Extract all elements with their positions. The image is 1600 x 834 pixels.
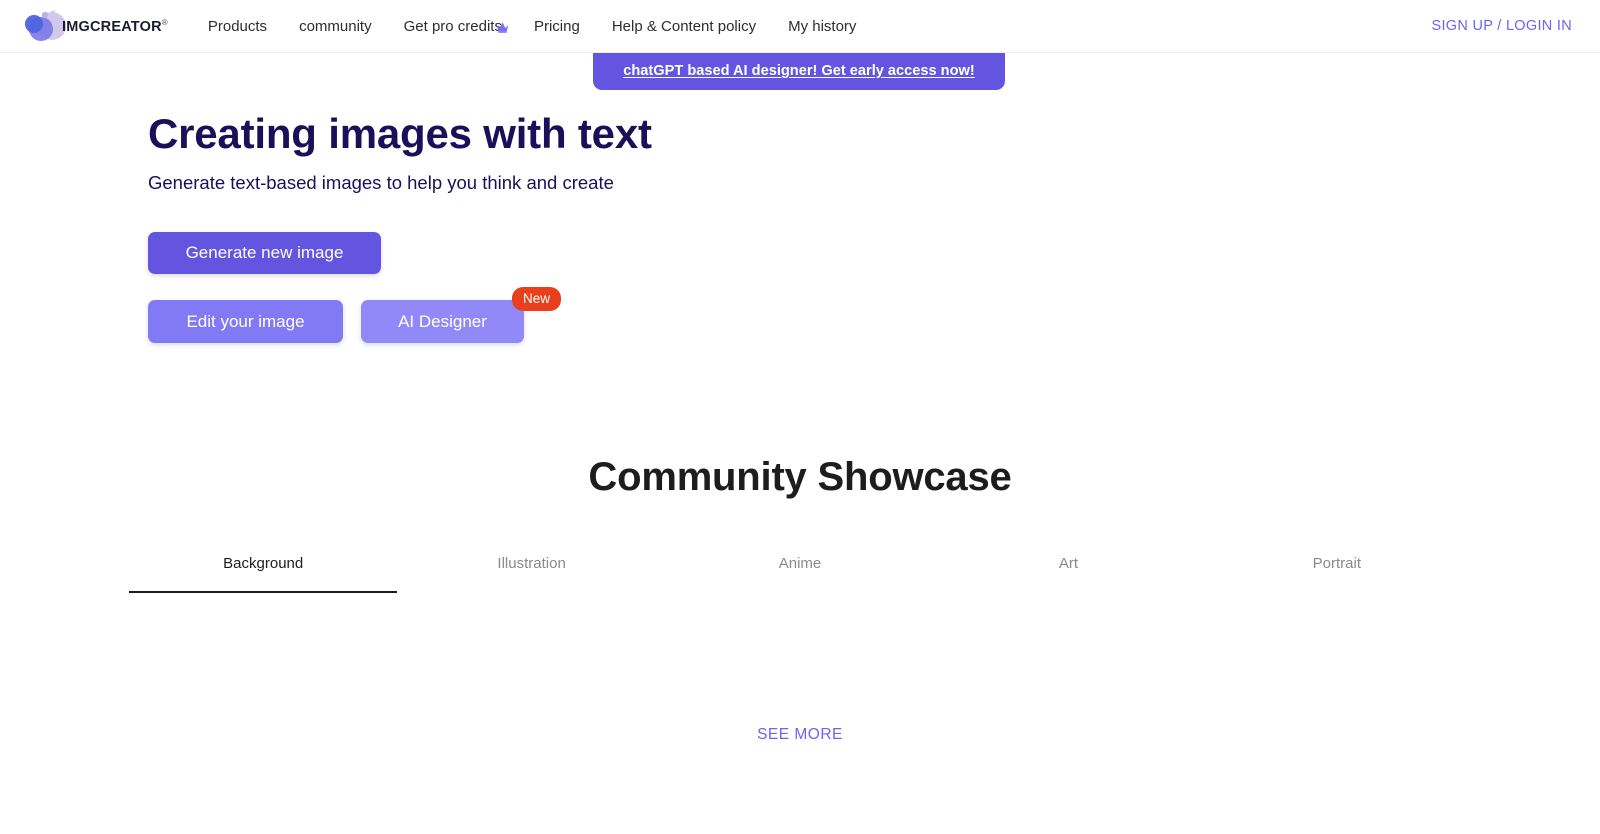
showcase-heading: Community Showcase <box>0 455 1600 500</box>
edit-your-image-button[interactable]: Edit your image <box>148 300 343 343</box>
nav-label: Get pro credits <box>404 18 502 35</box>
nav-item-help-content-policy[interactable]: Help & Content policy <box>596 0 772 53</box>
tab-label: Art <box>1059 555 1078 572</box>
site-logo[interactable]: IMGCREATOR® <box>22 6 168 46</box>
page-subtitle: Generate text-based images to help you t… <box>148 171 652 195</box>
tab-portrait[interactable]: Portrait <box>1203 555 1471 593</box>
tab-background[interactable]: Background <box>129 555 397 593</box>
new-badge: New <box>512 287 561 311</box>
promo-banner-text: chatGPT based AI designer! Get early acc… <box>623 63 974 79</box>
nav-label: Pricing <box>534 18 580 35</box>
nav-item-my-history[interactable]: My history <box>772 0 872 53</box>
crown-icon <box>495 4 510 19</box>
tab-label: Anime <box>779 555 822 572</box>
tab-art[interactable]: Art <box>934 555 1202 593</box>
nav-label: community <box>299 18 372 35</box>
tab-anime[interactable]: Anime <box>666 555 934 593</box>
site-header: IMGCREATOR® Products community Get pro c… <box>0 0 1600 53</box>
page-title: Creating images with text <box>148 110 652 158</box>
nav-label: My history <box>788 18 856 35</box>
registered-mark: ® <box>162 18 168 27</box>
nav-item-community[interactable]: community <box>283 0 388 53</box>
see-more-link[interactable]: SEE MORE <box>0 726 1600 744</box>
nav-label: Products <box>208 18 267 35</box>
tab-illustration[interactable]: Illustration <box>397 555 665 593</box>
generate-new-image-button[interactable]: Generate new image <box>148 232 381 274</box>
nav-item-pricing[interactable]: Pricing <box>518 0 596 53</box>
nav-label: Help & Content policy <box>612 18 756 35</box>
tab-label: Illustration <box>497 555 565 572</box>
showcase-tabs: Background Illustration Anime Art Portra… <box>129 555 1471 593</box>
tab-label: Portrait <box>1313 555 1361 572</box>
promo-banner[interactable]: chatGPT based AI designer! Get early acc… <box>593 52 1005 90</box>
hero-section: Creating images with text Generate text-… <box>148 110 652 195</box>
main-nav: Products community Get pro credits Prici… <box>192 0 873 53</box>
tab-label: Background <box>223 555 303 572</box>
signup-login-link[interactable]: SIGN UP / LOGIN IN <box>1432 0 1573 53</box>
nav-item-get-pro-credits[interactable]: Get pro credits <box>388 0 518 53</box>
logo-text: IMGCREATOR® <box>62 18 168 35</box>
ai-designer-button[interactable]: AI Designer <box>361 300 524 343</box>
nav-item-products[interactable]: Products <box>192 0 283 53</box>
